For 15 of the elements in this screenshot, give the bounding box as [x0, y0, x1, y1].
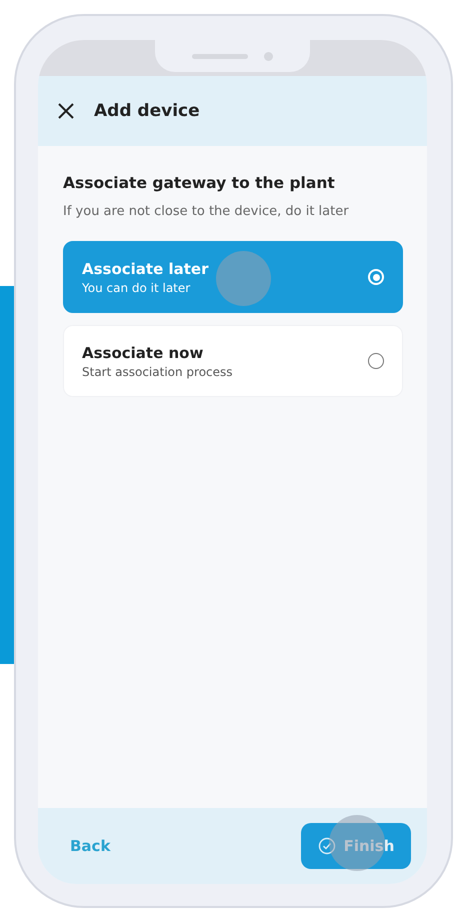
option-title: Associate now: [82, 344, 204, 362]
screen-title: Add device: [94, 101, 200, 121]
option-subtitle: You can do it later: [82, 280, 192, 294]
check-circle-icon: [318, 837, 336, 855]
camera-icon: [264, 52, 273, 60]
option-title: Associate later: [82, 260, 208, 278]
section-subtitle: If you are not close to the device, do it later: [63, 204, 350, 219]
option-subtitle: Start association process: [82, 364, 233, 378]
speaker-icon: [192, 54, 248, 58]
back-button[interactable]: Back: [70, 837, 110, 855]
option-card[interactable]: Associate now Start association process: [63, 325, 403, 397]
close-icon[interactable]: [58, 103, 74, 119]
radio-button[interactable]: [368, 353, 384, 369]
section-title: Associate gateway to the plant: [63, 174, 336, 192]
option-card[interactable]: Associate later You can do it later: [63, 241, 403, 313]
